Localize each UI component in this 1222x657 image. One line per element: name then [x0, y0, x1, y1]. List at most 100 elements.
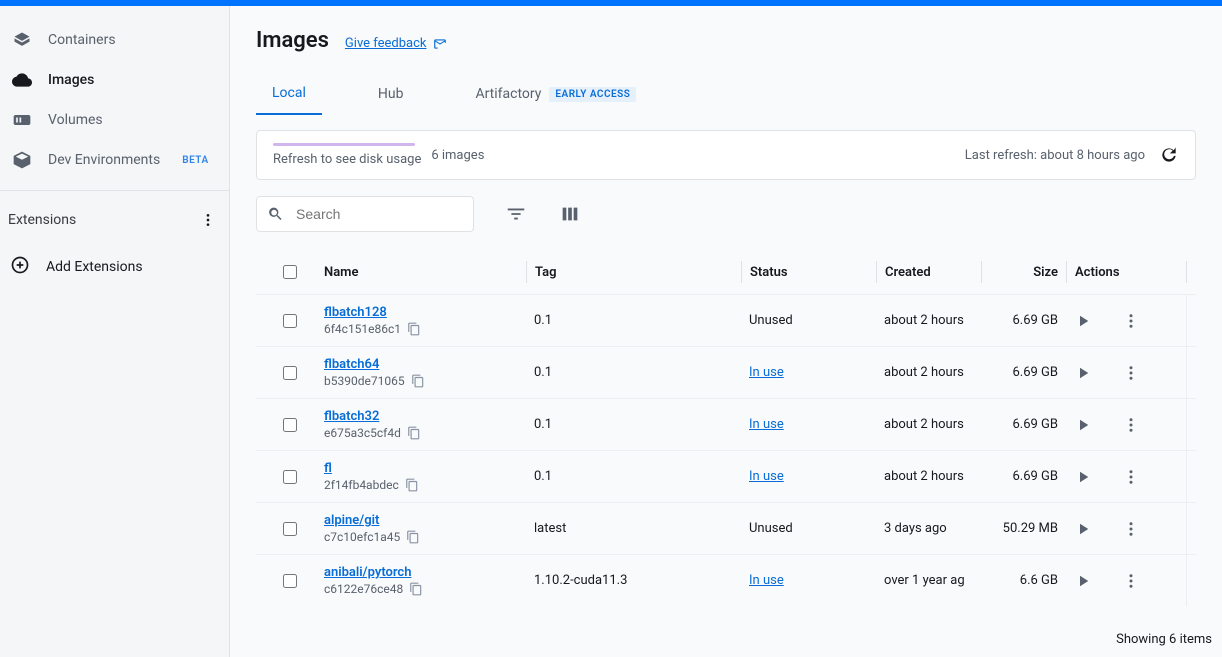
col-actions: Actions [1066, 261, 1186, 283]
row-checkbox[interactable] [283, 470, 297, 484]
size-cell: 6.69 GB [981, 313, 1066, 328]
run-button[interactable] [1074, 572, 1092, 590]
row-menu-button[interactable] [1122, 364, 1140, 382]
tag-cell: 0.1 [526, 417, 741, 432]
row-checkbox[interactable] [283, 418, 297, 432]
status-link[interactable]: In use [749, 365, 784, 380]
last-refresh-text: Last refresh: about 8 hours ago [965, 148, 1145, 163]
image-name-link[interactable]: flbatch128 [324, 305, 526, 320]
row-menu-button[interactable] [1122, 312, 1140, 330]
image-id: c6122e76ce48 [324, 582, 403, 596]
dev-env-icon [12, 150, 32, 170]
copy-icon[interactable] [407, 426, 421, 440]
search-input[interactable] [296, 206, 463, 222]
row-menu-button[interactable] [1122, 520, 1140, 538]
refresh-button[interactable] [1159, 145, 1179, 165]
created-cell: about 2 hours [876, 417, 981, 432]
copy-icon[interactable] [411, 374, 425, 388]
tag-cell: 0.1 [526, 313, 741, 328]
sidebar-item-images[interactable]: Images [0, 60, 229, 100]
status-link[interactable]: In use [749, 573, 784, 588]
sidebar: Containers Images Volumes Dev Environmen… [0, 6, 230, 657]
tab-label: Artifactory [475, 86, 541, 102]
tab-label: Hub [378, 86, 404, 102]
row-checkbox[interactable] [283, 574, 297, 588]
columns-button[interactable] [558, 202, 582, 226]
tab-label: Local [272, 85, 306, 101]
copy-icon[interactable] [409, 582, 423, 596]
run-button[interactable] [1074, 468, 1092, 486]
created-cell: about 2 hours [876, 469, 981, 484]
run-button[interactable] [1074, 312, 1092, 330]
tag-cell: 0.1 [526, 365, 741, 380]
add-extensions-label: Add Extensions [46, 259, 143, 275]
col-status[interactable]: Status [741, 261, 876, 283]
col-tag[interactable]: Tag [526, 261, 741, 283]
image-name-link[interactable]: fl [324, 461, 526, 476]
extensions-menu-button[interactable] [199, 211, 217, 229]
filter-button[interactable] [504, 202, 528, 226]
image-name-link[interactable]: alpine/git [324, 513, 526, 528]
tabs: Local Hub Artifactory EARLY ACCESS [256, 75, 1196, 116]
run-button[interactable] [1074, 520, 1092, 538]
created-cell: about 2 hours [876, 365, 981, 380]
extensions-label: Extensions [8, 212, 76, 228]
status-link[interactable]: In use [749, 469, 784, 484]
col-delete [1186, 261, 1222, 283]
image-name-link[interactable]: flbatch64 [324, 357, 526, 372]
add-icon [10, 255, 30, 279]
search-input-container [256, 196, 474, 232]
size-cell: 6.69 GB [981, 417, 1066, 432]
row-menu-button[interactable] [1122, 572, 1140, 590]
image-name-link[interactable]: flbatch32 [324, 409, 526, 424]
disk-usage-meter [273, 143, 415, 146]
row-checkbox[interactable] [283, 522, 297, 536]
image-id: 6f4c151e86c1 [324, 322, 401, 336]
size-cell: 50.29 MB [981, 521, 1066, 536]
row-checkbox[interactable] [283, 366, 297, 380]
page-title: Images [256, 28, 329, 53]
tab-local[interactable]: Local [256, 75, 322, 115]
run-button[interactable] [1074, 416, 1092, 434]
run-button[interactable] [1074, 364, 1092, 382]
tab-hub[interactable]: Hub [362, 75, 420, 115]
copy-icon[interactable] [405, 478, 419, 492]
row-menu-button[interactable] [1122, 468, 1140, 486]
tab-artifactory[interactable]: Artifactory EARLY ACCESS [459, 75, 652, 115]
disk-usage-bar: Refresh to see disk usage 6 images Last … [256, 130, 1196, 180]
status-text: Unused [749, 521, 793, 536]
footer-count: Showing 6 items [1116, 632, 1212, 647]
disk-usage-hint: Refresh to see disk usage [273, 152, 421, 167]
main-panel: Images Give feedback Local Hub Artifacto… [230, 6, 1222, 657]
status-link[interactable]: In use [749, 417, 784, 432]
row-checkbox[interactable] [283, 314, 297, 328]
volumes-icon [12, 110, 32, 130]
copy-icon[interactable] [406, 530, 420, 544]
sidebar-item-containers[interactable]: Containers [0, 20, 229, 60]
col-created[interactable]: Created [876, 261, 981, 283]
created-cell: over 1 year ag [876, 573, 981, 588]
created-cell: about 2 hours [876, 313, 981, 328]
col-size[interactable]: Size [981, 261, 1066, 283]
images-table: Name Tag Status Created Size Actions flb… [256, 250, 1196, 606]
select-all-checkbox[interactable] [283, 265, 297, 279]
sidebar-label: Containers [48, 32, 116, 48]
add-extensions-button[interactable]: Add Extensions [0, 247, 229, 287]
table-row: anibali/pytorchc6122e76ce481.10.2-cuda11… [256, 554, 1196, 606]
give-feedback-link[interactable]: Give feedback [345, 36, 447, 51]
created-cell: 3 days ago [876, 521, 981, 536]
tag-cell: 0.1 [526, 469, 741, 484]
sidebar-label: Images [48, 72, 94, 88]
copy-icon[interactable] [407, 322, 421, 336]
table-row: alpine/gitc7c10efc1a45latestUnused3 days… [256, 502, 1196, 554]
sidebar-item-volumes[interactable]: Volumes [0, 100, 229, 140]
tag-cell: latest [526, 521, 741, 536]
table-row: flbatch1286f4c151e86c10.1Unusedabout 2 h… [256, 294, 1196, 346]
image-id: b5390de71065 [324, 374, 405, 388]
feedback-link-text: Give feedback [345, 36, 427, 51]
col-name[interactable]: Name [316, 265, 526, 280]
row-menu-button[interactable] [1122, 416, 1140, 434]
image-name-link[interactable]: anibali/pytorch [324, 565, 526, 580]
sidebar-item-dev-env[interactable]: Dev Environments BETA [0, 140, 229, 180]
table-header: Name Tag Status Created Size Actions [256, 250, 1196, 294]
